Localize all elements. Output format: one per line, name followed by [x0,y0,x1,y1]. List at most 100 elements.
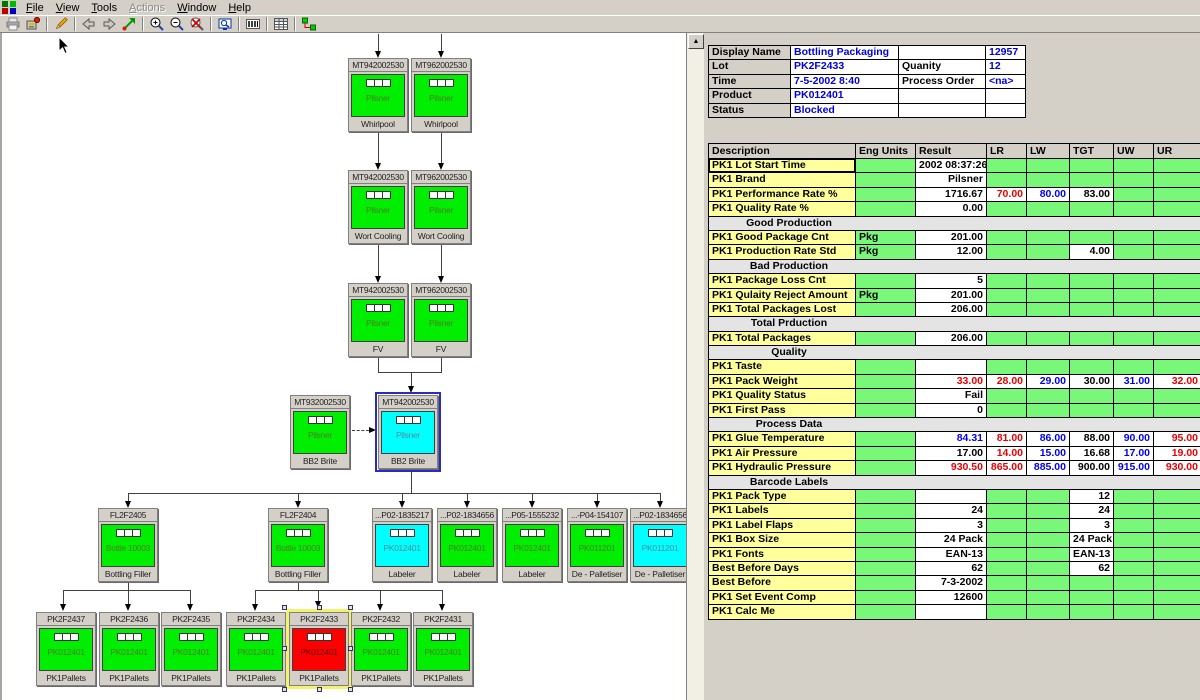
edit-pencil-icon[interactable] [51,16,71,32]
cell-lw[interactable]: 80.00 [1027,188,1070,202]
data-grid-icon[interactable] [271,16,291,32]
lot-node-p021834656[interactable]: ...P02-1834656PK011201De - Palletiser [630,508,690,582]
cell-ur[interactable] [1154,202,1200,216]
selection-handle[interactable] [317,687,322,692]
cell-ur[interactable] [1154,519,1200,533]
cell-uw[interactable] [1114,159,1154,173]
lot-node-mt942002530[interactable]: MT942002530PilsnerBB2 Brite [378,395,438,469]
cell-ur[interactable] [1154,274,1200,288]
cell-tgt[interactable]: EAN-13 [1070,548,1114,562]
cell-description[interactable]: PK1 Pack Type [709,490,856,504]
cell-ur[interactable] [1154,605,1200,619]
cell-eng-units[interactable] [856,605,916,619]
cell-result[interactable]: 3 [916,519,987,533]
cell-ur[interactable] [1154,504,1200,518]
cell-tgt[interactable] [1070,303,1114,317]
cell-description[interactable]: Best Before Days [709,562,856,576]
cell-eng-units[interactable] [856,332,916,346]
cell-result[interactable] [916,605,987,619]
cell-result[interactable]: EAN-13 [916,548,987,562]
menu-item-view[interactable]: View [50,1,86,15]
selection-handle[interactable] [348,687,353,692]
cell-result[interactable] [916,360,987,374]
cell-result[interactable]: 206.00 [916,303,987,317]
cell-lw[interactable] [1027,404,1070,418]
cell-description[interactable]: PK1 Calc Me [709,605,856,619]
cell-tgt[interactable] [1070,231,1114,245]
cell-tgt[interactable] [1070,159,1114,173]
cell-eng-units[interactable] [856,375,916,389]
cell-result[interactable]: 24 Pack [916,533,987,547]
cell-tgt[interactable] [1070,389,1114,403]
cell-description[interactable]: PK1 Lot Start Time [709,159,856,173]
cell-ur[interactable] [1154,289,1200,303]
cell-lr[interactable] [987,404,1027,418]
cell-ur[interactable] [1154,332,1200,346]
cell-uw[interactable] [1114,289,1154,303]
cell-eng-units[interactable] [856,159,916,173]
cell-uw[interactable] [1114,404,1154,418]
cell-result[interactable]: 930.50 [916,461,987,475]
cell-tgt[interactable]: 88.00 [1070,432,1114,446]
cell-ur[interactable] [1154,389,1200,403]
cell-lw[interactable] [1027,274,1070,288]
cell-uw[interactable] [1114,533,1154,547]
cell-tgt[interactable] [1070,289,1114,303]
lot-node-pk2f2434[interactable]: PK2F2434PK012401PK1Pallets [226,612,286,686]
cell-lw[interactable] [1027,303,1070,317]
column-header-tgt[interactable]: TGT [1070,144,1114,159]
cell-lr[interactable] [987,173,1027,187]
lot-node-mt932002530[interactable]: MT932002530PilsnerBB2 Brite [290,395,350,469]
cell-ur[interactable] [1154,576,1200,590]
cell-lr[interactable] [987,202,1027,216]
cell-lw[interactable]: 29.00 [1027,375,1070,389]
lot-node-mt962002530[interactable]: MT962002530PilsnerFV [411,283,471,357]
diagram-vscrollbar[interactable]: ▲ [686,33,704,700]
cell-result[interactable]: 1716.67 [916,188,987,202]
cell-ur[interactable]: 930.00 [1154,461,1200,475]
lot-node-mt942002530[interactable]: MT942002530PilsnerFV [348,283,408,357]
cell-uw[interactable]: 31.00 [1114,375,1154,389]
cell-lr[interactable] [987,159,1027,173]
cell-ur[interactable] [1154,562,1200,576]
cell-lw[interactable] [1027,504,1070,518]
cell-eng-units[interactable] [856,490,916,504]
cell-lr[interactable] [987,289,1027,303]
cell-uw[interactable] [1114,332,1154,346]
genealogy-canvas[interactable] [0,33,686,700]
selection-handle[interactable] [282,605,287,610]
cell-lw[interactable] [1027,245,1070,259]
zoom-out-icon[interactable] [167,16,187,32]
cell-uw[interactable] [1114,274,1154,288]
cell-lr[interactable] [987,576,1027,590]
cell-description[interactable]: PK1 Pack Weight [709,375,856,389]
cell-lw[interactable] [1027,562,1070,576]
cell-lr[interactable] [987,360,1027,374]
lot-node-pk2f2431[interactable]: PK2F2431PK012401PK1Pallets [413,612,473,686]
cell-tgt[interactable] [1070,173,1114,187]
cell-tgt[interactable]: 16.68 [1070,447,1114,461]
cell-eng-units[interactable] [856,533,916,547]
cell-result[interactable]: 12600 [916,591,987,605]
cell-tgt[interactable] [1070,360,1114,374]
cell-eng-units[interactable] [856,461,916,475]
menu-item-tools[interactable]: Tools [85,1,123,15]
cell-uw[interactable] [1114,231,1154,245]
cell-lr[interactable]: 28.00 [987,375,1027,389]
cell-description[interactable]: PK1 Qulaity Reject Amount [709,289,856,303]
lot-node-p04154107[interactable]: ...-P04-154107PK011201De - Palletiser [567,508,627,582]
cell-description[interactable]: PK1 Hydraulic Pressure [709,461,856,475]
cell-eng-units[interactable]: Pkg [856,231,916,245]
column-header-uw[interactable]: UW [1114,144,1154,159]
cell-eng-units[interactable] [856,548,916,562]
lot-node-pk2f2432[interactable]: PK2F2432PK012401PK1Pallets [351,612,411,686]
lot-node-fl2f2404[interactable]: FL2F2404Bottle 10003Bottling Filler [268,508,328,582]
cell-tgt[interactable] [1070,274,1114,288]
cell-result[interactable]: 201.00 [916,231,987,245]
cell-eng-units[interactable] [856,432,916,446]
cell-ur[interactable] [1154,159,1200,173]
selection-handle[interactable] [317,605,322,610]
cell-description[interactable]: Best Before [709,576,856,590]
cell-lw[interactable]: 86.00 [1027,432,1070,446]
menu-item-window[interactable]: Window [171,1,222,15]
